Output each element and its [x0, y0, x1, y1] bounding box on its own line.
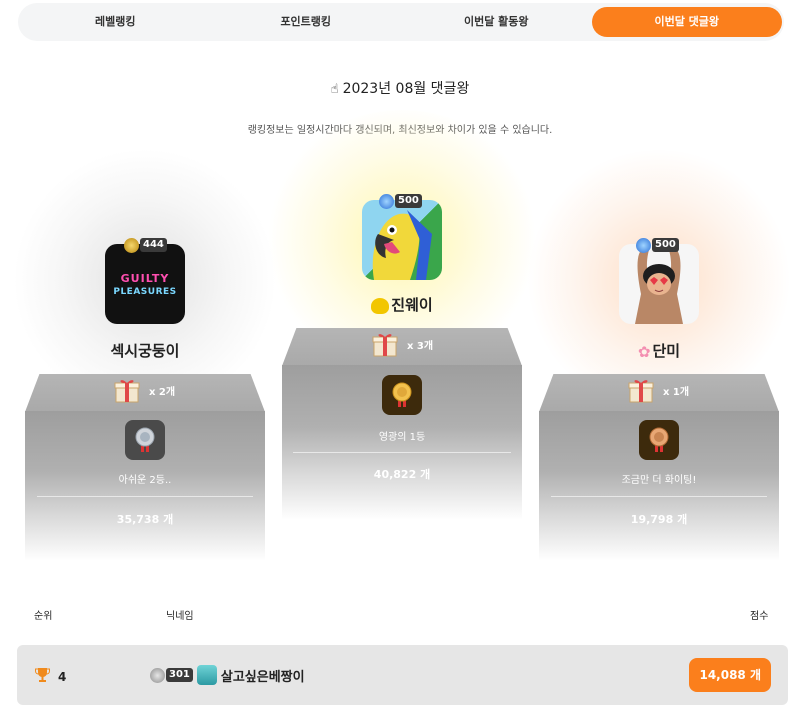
- second-medal-label: 아쉬운 2등..: [118, 475, 172, 486]
- first-level-badge: 500: [379, 193, 422, 209]
- level-coin-icon: [150, 667, 165, 683]
- tab-point-ranking[interactable]: 포인트랭킹: [211, 7, 402, 37]
- second-avatar[interactable]: GUILTY PLEASURES: [105, 244, 185, 324]
- page-title: ☝ 2023년 08월 댓글왕: [0, 78, 800, 98]
- row-score-badge: 14,088 개: [689, 658, 771, 692]
- tab-monthly-comment[interactable]: 이번달 댓글왕: [591, 7, 782, 37]
- avatar-text-1: GUILTY: [120, 271, 170, 285]
- level-coin-icon: [636, 237, 651, 253]
- update-notice: 랭킹정보는 일정시간마다 갱신되며, 최신정보와 차이가 있을 수 있습니다.: [247, 125, 553, 136]
- avatar-text-2: PLEASURES: [113, 286, 177, 297]
- level-coin-icon: [379, 193, 394, 209]
- rank-cell: 4: [35, 667, 66, 686]
- third-gift-row: x 1개: [627, 376, 689, 404]
- gift-box-icon: [627, 376, 655, 404]
- page-title-text: 2023년 08월 댓글왕: [342, 81, 470, 97]
- third-nickname-text: 단미: [652, 342, 681, 360]
- level-number: 301: [166, 668, 193, 682]
- tab-monthly-activity[interactable]: 이번달 활동왕: [401, 7, 592, 37]
- rank-number: 4: [58, 669, 67, 684]
- second-medal-icon: [125, 420, 165, 460]
- nickname-header: 닉네임: [166, 611, 194, 622]
- second-divider: [37, 496, 253, 497]
- second-level-badge: 444: [124, 237, 167, 253]
- user-cell[interactable]: 301 살고싶은베짱이: [150, 665, 305, 685]
- trophy-icon: [35, 667, 50, 686]
- flower-icon: ✿: [637, 342, 651, 361]
- level-number: 500: [652, 238, 679, 252]
- pointing-hand-icon: ☝: [330, 82, 339, 97]
- third-nickname[interactable]: ✿ 단미: [574, 340, 744, 361]
- third-avatar[interactable]: [619, 244, 699, 324]
- first-nickname[interactable]: 진웨이: [317, 294, 487, 315]
- level-number: 500: [395, 194, 422, 208]
- third-medal-label: 조금만 더 화이팅!: [621, 475, 697, 486]
- ranking-tabs: 레벨랭킹 포인트랭킹 이번달 활동왕 이번달 댓글왕: [18, 3, 784, 41]
- score-header: 점수: [750, 611, 769, 622]
- level-coin-icon: [124, 237, 139, 253]
- first-avatar[interactable]: [362, 200, 442, 280]
- tab-level-ranking[interactable]: 레벨랭킹: [20, 7, 211, 37]
- first-nickname-text: 진웨이: [391, 296, 433, 314]
- first-medal-label: 영광의 1등: [378, 432, 426, 443]
- first-divider: [293, 452, 511, 453]
- second-gift-row: x 2개: [113, 376, 175, 404]
- user-avatar: [196, 665, 217, 685]
- third-medal-icon: [639, 420, 679, 460]
- first-score: 40,822 개: [373, 468, 431, 481]
- rank-header: 순위: [34, 611, 53, 622]
- second-nickname[interactable]: 섹시궁둥이: [60, 340, 230, 361]
- second-score: 35,738 개: [116, 513, 174, 526]
- bird-icon: [371, 297, 390, 314]
- gift-box-icon: [113, 376, 141, 404]
- gift-count: x 1개: [663, 386, 690, 398]
- gift-count: x 2개: [149, 386, 176, 398]
- gift-count: x 3개: [407, 340, 434, 352]
- gift-box-icon: [371, 330, 399, 358]
- third-level-badge: 500: [636, 237, 679, 253]
- row-nickname: 살고싶은베짱이: [220, 669, 305, 685]
- table-row[interactable]: 4 301 살고싶은베짱이 14,088 개: [17, 645, 788, 705]
- row-level-badge: 301: [150, 667, 193, 683]
- third-score: 19,798 개: [630, 513, 688, 526]
- first-medal-icon: [382, 375, 422, 415]
- third-divider: [551, 496, 767, 497]
- level-number: 444: [140, 238, 167, 252]
- first-gift-row: x 3개: [371, 330, 433, 358]
